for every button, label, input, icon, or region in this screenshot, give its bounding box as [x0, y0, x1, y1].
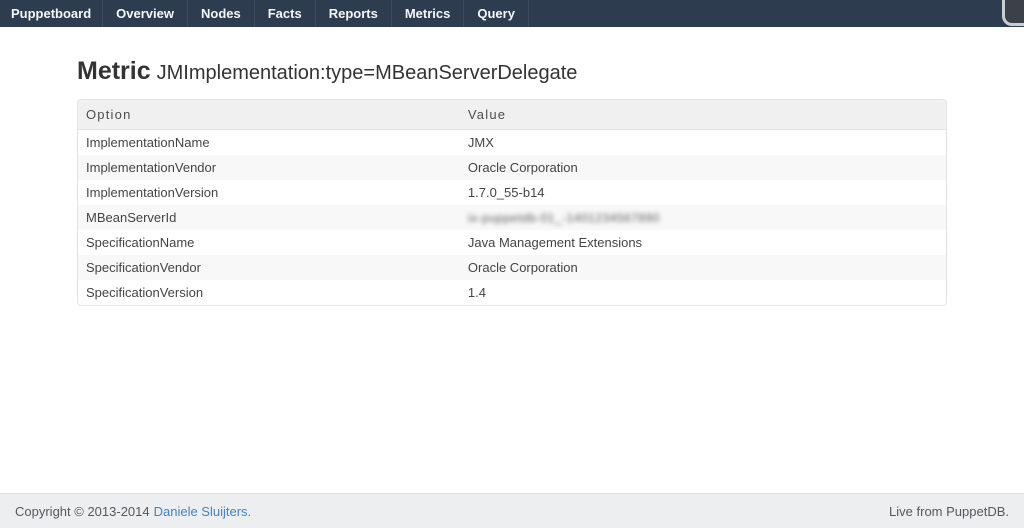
table-row: SpecificationName Java Management Extens…: [78, 230, 946, 255]
page-title-prefix: Metric: [77, 57, 151, 85]
corner-scroll-artifact-pill: [1002, 0, 1024, 26]
nav-item-overview[interactable]: Overview: [103, 0, 188, 27]
table-row: SpecificationVersion 1.4: [78, 280, 946, 305]
option-cell: ImplementationVendor: [78, 155, 460, 180]
column-header-value: Value: [460, 100, 946, 130]
value-cell: 1.4: [460, 280, 946, 305]
table-row: ImplementationVendor Oracle Corporation: [78, 155, 946, 180]
value-cell: Java Management Extensions: [460, 230, 946, 255]
value-cell: 1.7.0_55-b14: [460, 180, 946, 205]
option-cell: SpecificationName: [78, 230, 460, 255]
option-cell: SpecificationVendor: [78, 255, 460, 280]
nav-item-query[interactable]: Query: [464, 0, 529, 27]
table-row: MBeanServerId ix-puppetdb-01_-1401234567…: [78, 205, 946, 230]
value-cell: Oracle Corporation: [460, 255, 946, 280]
main-content: Metric JMImplementation:type=MBeanServerD…: [0, 57, 1024, 306]
nav-item-nodes[interactable]: Nodes: [188, 0, 255, 27]
corner-scroll-artifact: [1000, 0, 1024, 27]
option-cell: MBeanServerId: [78, 205, 460, 230]
top-navbar: Puppetboard Overview Nodes Facts Reports…: [0, 0, 1024, 27]
nav-brand-puppetboard[interactable]: Puppetboard: [0, 0, 103, 27]
value-cell: ix-puppetdb-01_-1401234567890: [460, 205, 946, 230]
metric-values-table: Option Value ImplementationName JMX Impl…: [77, 99, 947, 306]
value-cell: Oracle Corporation: [460, 155, 946, 180]
nav-item-metrics[interactable]: Metrics: [392, 0, 465, 27]
value-cell: JMX: [460, 130, 946, 155]
page-footer: Copyright © 2013-2014Daniele Sluijters. …: [0, 493, 1024, 528]
footer-copyright: Copyright © 2013-2014 Daniele Sluijters.: [15, 504, 251, 519]
puppetboard-metric-page: Puppetboard Overview Nodes Facts Reports…: [0, 0, 1024, 528]
table-row: ImplementationVersion 1.7.0_55-b14: [78, 180, 946, 205]
option-cell: ImplementationName: [78, 130, 460, 155]
table-header-row: Option Value: [78, 100, 946, 130]
page-title-metric-name: JMImplementation:type=MBeanServerDelegat…: [157, 62, 578, 84]
table-row: SpecificationVendor Oracle Corporation: [78, 255, 946, 280]
nav-item-facts[interactable]: Facts: [255, 0, 316, 27]
option-cell: ImplementationVersion: [78, 180, 460, 205]
column-header-option: Option: [78, 100, 460, 130]
option-cell: SpecificationVersion: [78, 280, 460, 305]
footer-status: Live from PuppetDB.: [889, 504, 1009, 519]
redacted-mbean-server-id: ix-puppetdb-01_-1401234567890: [468, 211, 660, 225]
nav-item-reports[interactable]: Reports: [316, 0, 392, 27]
table-row: ImplementationName JMX: [78, 130, 946, 155]
copyright-text: Copyright © 2013-2014: [15, 504, 150, 519]
page-title: Metric JMImplementation:type=MBeanServerD…: [77, 57, 947, 86]
author-link[interactable]: Daniele Sluijters.: [154, 504, 252, 519]
